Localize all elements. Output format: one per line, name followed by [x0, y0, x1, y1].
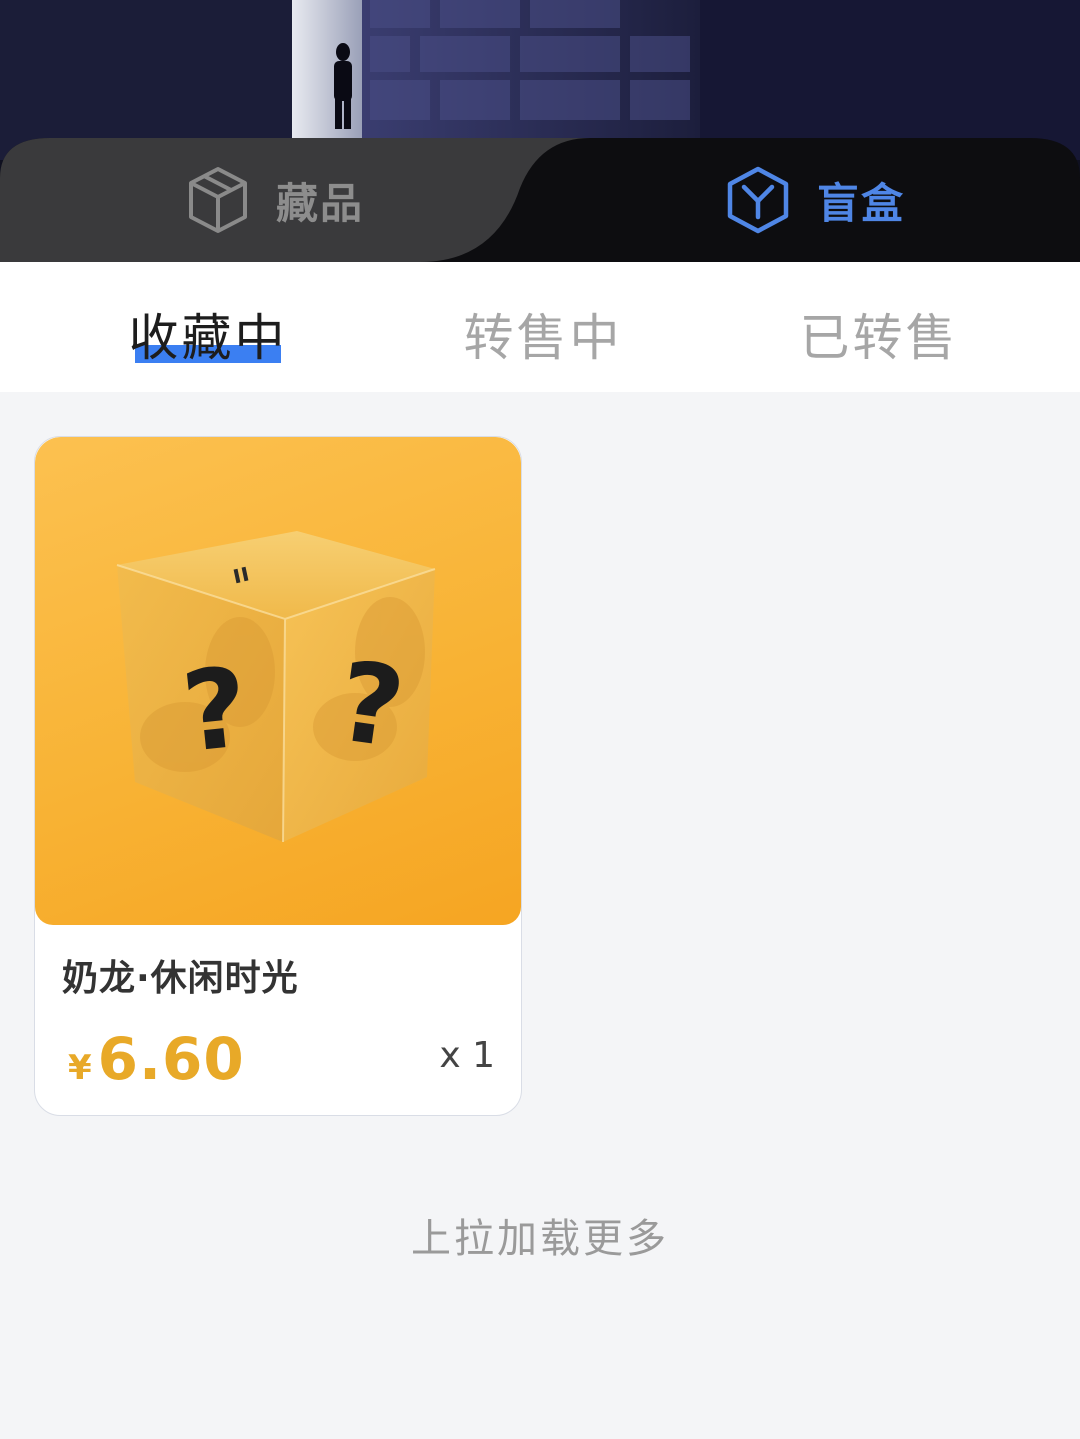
- currency-symbol: ¥: [68, 1048, 92, 1088]
- item-title: 奶龙·休闲时光: [62, 958, 299, 999]
- mystery-box-image: ? ?: [116, 531, 436, 843]
- cube-icon: [188, 167, 247, 233]
- segment-tab-blindbox[interactable]: 盲盒: [700, 138, 930, 262]
- segment-label-blindbox: 盲盒: [816, 178, 905, 228]
- tab-reselling[interactable]: 转售中: [458, 298, 628, 368]
- blindbox-image: ? ?: [35, 437, 521, 925]
- segment-tabs: 藏品 盲盒: [0, 138, 1080, 262]
- blindbox-card[interactable]: ? ? 奶龙·休闲时光 ¥6.60 x 1: [34, 436, 522, 1116]
- segment-tab-collection[interactable]: 藏品: [160, 138, 390, 262]
- hero-banner: 藏品 盲盒: [0, 0, 1080, 262]
- tab-resold[interactable]: 已转售: [794, 298, 964, 368]
- tab-reselling-label: 转售中: [463, 309, 623, 367]
- price-value: 6.60: [97, 1025, 245, 1093]
- sub-tab-bar: 收藏中 转售中 已转售: [0, 262, 1080, 392]
- segment-label-collection: 藏品: [275, 178, 364, 228]
- item-price: ¥6.60: [68, 1025, 245, 1093]
- tab-resold-label: 已转售: [799, 309, 959, 367]
- tab-collecting-label: 收藏中: [128, 309, 288, 367]
- tab-collecting[interactable]: 收藏中: [128, 298, 288, 368]
- hero-illustration: [0, 0, 1080, 160]
- svg-text:?: ?: [177, 643, 254, 777]
- blindbox-icon: [727, 166, 789, 234]
- item-quantity: x 1: [439, 1035, 495, 1076]
- load-more-hint: 上拉加载更多: [411, 1216, 669, 1262]
